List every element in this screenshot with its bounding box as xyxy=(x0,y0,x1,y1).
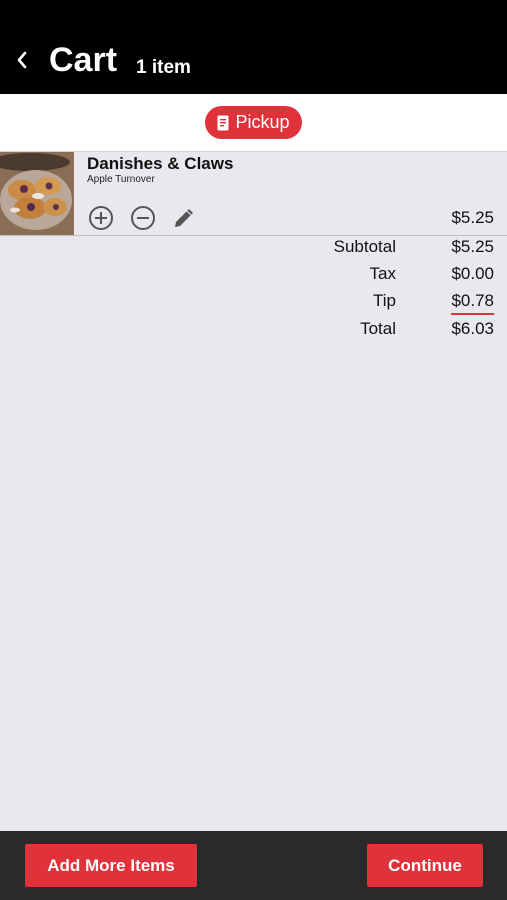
cart-item: Danishes & Claws Apple Turnover $5.25 xyxy=(0,152,507,236)
decrease-quantity-button[interactable] xyxy=(129,204,157,232)
item-price: $5.25 xyxy=(451,208,494,227)
footer-bar: Add More Items Continue xyxy=(0,831,507,900)
total-label: Total xyxy=(360,319,396,338)
pickup-label: Pickup xyxy=(235,112,290,132)
plus-circle-icon xyxy=(89,206,113,230)
subtotal-row: Subtotal $5.25 xyxy=(0,236,507,260)
receipt-icon xyxy=(217,115,229,130)
nav-header: Cart 1 item xyxy=(0,0,507,94)
minus-circle-icon xyxy=(131,206,155,230)
item-name: Danishes & Claws xyxy=(87,154,234,173)
item-variant: Apple Turnover xyxy=(87,174,155,185)
increase-quantity-button[interactable] xyxy=(87,204,115,232)
order-mode-bar: Pickup xyxy=(0,94,507,152)
subtotal-value: $5.25 xyxy=(451,237,494,256)
tax-value: $0.00 xyxy=(451,264,494,283)
tip-label: Tip xyxy=(373,291,396,310)
total-row: Total $6.03 xyxy=(0,318,507,342)
pencil-icon xyxy=(175,209,193,227)
tip-value-link[interactable]: $0.78 xyxy=(451,290,494,315)
pickup-button[interactable]: Pickup xyxy=(205,106,302,139)
tax-row: Tax $0.00 xyxy=(0,263,507,287)
tip-row: Tip $0.78 xyxy=(0,290,507,315)
page-title: Cart xyxy=(49,41,118,79)
total-value: $6.03 xyxy=(451,319,494,338)
subtotal-label: Subtotal xyxy=(333,237,396,256)
tax-label: Tax xyxy=(369,264,396,283)
back-button[interactable] xyxy=(12,46,32,74)
add-more-items-button[interactable]: Add More Items xyxy=(25,844,197,887)
chevron-left-icon xyxy=(17,51,27,69)
edit-item-button[interactable] xyxy=(170,204,198,232)
item-thumbnail xyxy=(0,152,74,235)
continue-button[interactable]: Continue xyxy=(367,844,483,887)
item-count: 1 item xyxy=(136,57,191,78)
